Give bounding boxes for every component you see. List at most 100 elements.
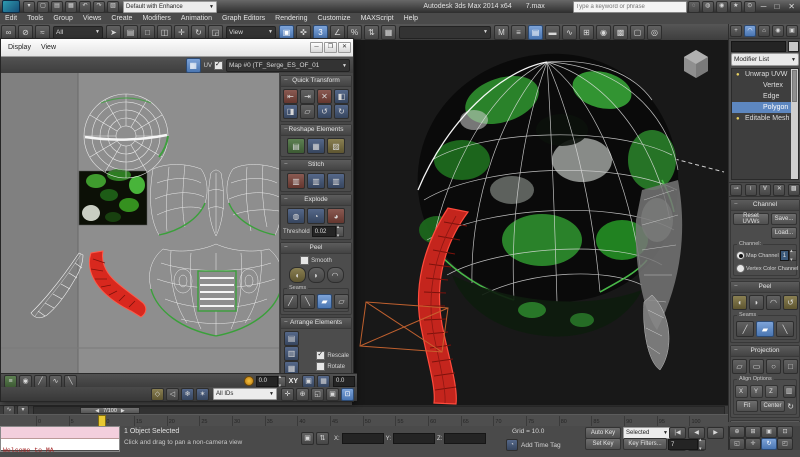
undo-icon[interactable]: ↶ — [79, 0, 91, 13]
cylindrical-map-icon[interactable]: ▭ — [749, 359, 764, 374]
named-selection-sets-dropdown[interactable]: ▼ — [399, 25, 491, 39]
search-icon[interactable]: ◌ — [687, 0, 700, 13]
modifier-list-dropdown[interactable]: Modifier List ▼ — [731, 53, 799, 66]
lock-selection-icon[interactable]: ◇ — [151, 387, 164, 401]
sign-in-icon[interactable]: ⊙ — [743, 0, 756, 13]
render-setup-icon[interactable]: ▩ — [613, 24, 628, 40]
straighten-selection-icon[interactable]: ▤ — [287, 138, 305, 154]
align-to-edge-icon[interactable]: ▱ — [300, 104, 315, 119]
space-vertical-icon[interactable]: ◨ — [283, 104, 298, 119]
uv-restore-button[interactable]: ❐ — [324, 42, 337, 53]
tab-modify[interactable]: ◠ — [744, 25, 756, 37]
curve-editor-icon[interactable]: ∿ — [562, 24, 577, 40]
rendered-frame-icon[interactable]: ▢ — [630, 24, 645, 40]
uv-coordinate-field[interactable]: 0.0 — [333, 375, 355, 387]
tab-hierarchy[interactable]: ⌂ — [758, 25, 770, 37]
pelt-map-icon[interactable]: ◠ — [326, 267, 344, 283]
soft-selection-falloff-icon[interactable] — [243, 376, 254, 386]
align-icon[interactable]: ≡ — [511, 24, 526, 40]
time-tag-icon[interactable]: ◔ — [506, 439, 518, 451]
save-file-icon[interactable]: ▦ — [65, 0, 77, 13]
uv-minimize-button[interactable]: ─ — [310, 42, 323, 53]
space-horizontal-icon[interactable]: ◧ — [334, 89, 349, 104]
rescale-checkbox[interactable] — [316, 350, 326, 360]
previous-frame-icon[interactable]: ◀ — [688, 427, 705, 439]
rotate-90-cw-icon[interactable]: ↻ — [334, 104, 349, 119]
align-axis-button[interactable]: X — [734, 385, 748, 398]
add-time-tag-text[interactable]: Add Time Tag — [521, 442, 561, 449]
orbit-icon[interactable]: ↻ — [761, 438, 777, 450]
reference-coordinate-dropdown[interactable]: View ▼ — [226, 25, 276, 39]
expand-to-seam-icon[interactable]: ▱ — [334, 294, 349, 309]
infocenter-search-input[interactable] — [572, 0, 687, 13]
tab-create[interactable]: + — [730, 25, 742, 37]
explode-threshold-spinner[interactable] — [335, 224, 344, 239]
tab-display[interactable]: ▣ — [786, 25, 798, 37]
falloff-spinner[interactable] — [277, 374, 286, 389]
layer-manager-icon[interactable]: ▤ — [528, 24, 543, 40]
falloff-slow-icon[interactable]: ╲ — [64, 374, 77, 388]
pin-stack-icon[interactable]: ⊸ — [730, 183, 743, 196]
current-frame-field[interactable]: 7 — [668, 439, 698, 450]
point-to-point-seam-icon[interactable]: ╲ — [300, 294, 315, 309]
zoom-region-icon[interactable]: ◱ — [311, 387, 324, 401]
edit-seams-icon[interactable]: ╱ — [283, 294, 298, 309]
peel-mode-icon[interactable]: ◗ — [749, 295, 764, 310]
convert-edge-to-seam-icon[interactable]: ▰ — [317, 294, 332, 309]
restore-button[interactable]: □ — [774, 2, 779, 11]
texture-map-dropdown[interactable]: Map #0 (TF_Serge_ES_OF_01 ▼ — [226, 59, 350, 72]
minimize-button[interactable]: ─ — [761, 2, 767, 11]
planar-map-icon[interactable]: ▱ — [732, 359, 747, 374]
redo-icon[interactable]: ↷ — [93, 0, 105, 13]
perspective-viewport[interactable] — [352, 40, 728, 405]
stitch-to-source-icon[interactable]: ▥ — [307, 173, 325, 189]
open-file-icon[interactable]: ▤ — [51, 0, 63, 13]
project-folder-icon[interactable]: ▧ — [107, 0, 119, 13]
align-to-view-icon[interactable]: ▥ — [782, 385, 796, 398]
filter-selected-faces-icon[interactable]: ✶ — [196, 387, 209, 401]
stitch-to-target-icon[interactable]: ▥ — [327, 173, 345, 189]
spherical-map-icon[interactable]: ○ — [766, 359, 781, 374]
show-end-result-icon[interactable]: ≀ — [744, 183, 757, 196]
material-id-filter-dropdown[interactable]: All IDs ▼ — [213, 388, 277, 400]
quick-peel-icon[interactable]: ◖ — [732, 295, 747, 310]
reset-peel-icon[interactable]: ↺ — [783, 295, 798, 310]
box-map-icon[interactable]: □ — [783, 359, 798, 374]
maximize-viewport-toggle-icon[interactable]: ◰ — [777, 438, 793, 450]
flatten-by-smoothing-group-icon[interactable]: ◍ — [287, 208, 305, 224]
stack-scrollbar[interactable] — [791, 69, 798, 179]
align-vertical-icon[interactable]: ⇥ — [300, 89, 315, 104]
reset-uvws-button[interactable]: Reset UVWs — [733, 213, 769, 225]
pan-view-icon[interactable]: ✛ — [745, 438, 761, 450]
schematic-view-icon[interactable]: ⊞ — [579, 24, 594, 40]
app-menu-icon[interactable]: ▾ — [23, 0, 35, 13]
vertex-color-radio[interactable] — [736, 264, 745, 273]
hide-selected-icon[interactable]: ◁ — [166, 387, 179, 401]
frame-spinner[interactable] — [698, 437, 706, 452]
configure-modifier-sets-icon[interactable]: ▩ — [787, 183, 800, 196]
uv-close-button[interactable]: ✕ — [338, 42, 351, 53]
pack-normalize-icon[interactable]: ▤ — [284, 331, 299, 346]
close-button[interactable]: ✕ — [788, 2, 795, 11]
selection-lock-toggle-icon[interactable]: ▣ — [301, 432, 314, 445]
align-axis-button[interactable]: Y — [749, 385, 763, 398]
spinner-snap-icon[interactable]: ⇅ — [364, 24, 379, 40]
falloff-linear-icon[interactable]: ╱ — [34, 374, 47, 388]
communication-center-icon[interactable]: ◉ — [715, 0, 728, 13]
map-channel-radio[interactable] — [736, 251, 745, 260]
uv-window-titlebar[interactable]: Display View ─ ❐ ✕ — [1, 39, 353, 57]
soft-selection-icon[interactable]: ◉ — [19, 374, 32, 388]
rotate-90-ccw-icon[interactable]: ↺ — [317, 104, 332, 119]
uv-space-toggle-icon[interactable]: ▦ — [317, 374, 330, 388]
y-coordinate-field[interactable] — [393, 433, 436, 444]
pack-full-icon[interactable]: ▦ — [284, 361, 299, 373]
render-icon[interactable]: ◎ — [647, 24, 662, 40]
pan-icon[interactable]: ✛ — [281, 387, 294, 401]
zoom-extents-icon[interactable]: ▣ — [326, 387, 339, 401]
mirror-icon[interactable]: M — [494, 24, 509, 40]
workspace-dropdown[interactable]: Default with Enhance ▼ — [123, 0, 217, 13]
pelt-map-icon[interactable]: ◠ — [766, 295, 781, 310]
stitch-custom-icon[interactable]: ▥ — [287, 173, 305, 189]
align-horizontal-icon[interactable]: ⇤ — [283, 89, 298, 104]
play-icon[interactable]: ▶ — [707, 427, 724, 439]
